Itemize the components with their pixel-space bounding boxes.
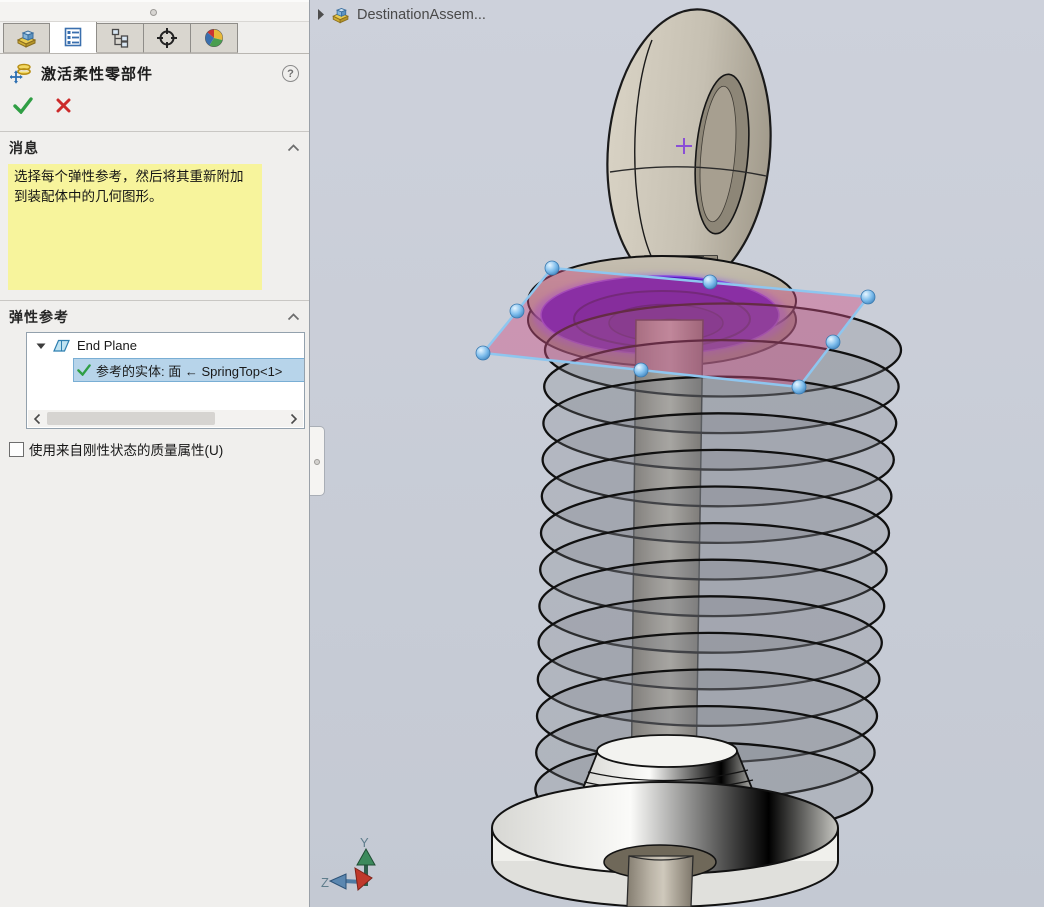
flexible-component-icon bbox=[10, 62, 33, 85]
assembly-icon bbox=[331, 5, 351, 24]
manager-tab-strip bbox=[0, 22, 309, 54]
splitter-grip-dot bbox=[314, 459, 320, 465]
message-box: 选择每个弹性参考，然后将其重新附加到装配体中的几何图形。 bbox=[8, 164, 262, 290]
ok-check-icon bbox=[77, 364, 91, 376]
assembly-name-label[interactable]: DestinationAssem... bbox=[357, 7, 486, 23]
panel-splitter-handle[interactable] bbox=[310, 426, 325, 496]
expand-tree-arrow-icon[interactable] bbox=[317, 8, 325, 21]
chevron-right-icon bbox=[290, 413, 298, 425]
plane-handle[interactable] bbox=[792, 380, 806, 394]
flexible-references-tree: End Plane 参考的实体: 面 ← SpringTop<1> bbox=[26, 332, 305, 429]
checkbox[interactable] bbox=[9, 442, 24, 457]
graphics-area[interactable]: Y Z DestinationAssem... bbox=[310, 0, 1044, 907]
help-icon[interactable]: ? bbox=[282, 65, 299, 82]
panel-header: 激活柔性零部件 ? bbox=[0, 54, 309, 127]
plane-handle[interactable] bbox=[545, 261, 559, 275]
solidworks-window: 激活柔性零部件 ? 消息 bbox=[0, 0, 1044, 907]
tree-item-label: 参考的实体: 面 ← SpringTop<1> bbox=[96, 361, 282, 380]
tree-horizontal-scrollbar[interactable] bbox=[28, 410, 303, 427]
tab-propertymanager[interactable] bbox=[50, 21, 97, 53]
property-manager-icon bbox=[62, 26, 84, 48]
flyout-feature-tree[interactable]: DestinationAssem... bbox=[317, 5, 486, 24]
plane-handle[interactable] bbox=[861, 290, 875, 304]
expand-arrow-icon[interactable] bbox=[36, 341, 46, 350]
ok-button[interactable] bbox=[12, 95, 34, 115]
ok-check-icon bbox=[13, 97, 33, 114]
display-manager-icon bbox=[203, 27, 225, 49]
cancel-x-icon bbox=[56, 98, 71, 113]
property-manager-panel: 激活柔性零部件 ? 消息 bbox=[0, 0, 310, 907]
tab-configurationmanager[interactable] bbox=[97, 23, 144, 53]
tab-featuremanager-tree[interactable] bbox=[3, 23, 50, 53]
message-section-header: 消息 bbox=[0, 132, 309, 163]
triad-y-label: Y bbox=[360, 835, 369, 850]
model-tree-icon bbox=[16, 27, 38, 49]
dimxpert-icon bbox=[156, 27, 178, 49]
panel-top-splitter[interactable] bbox=[0, 0, 309, 22]
refs-section-header: 弹性参考 bbox=[0, 301, 309, 332]
cancel-button[interactable] bbox=[52, 95, 74, 115]
chevron-left-icon bbox=[33, 413, 41, 425]
panel-title: 激活柔性零部件 bbox=[41, 63, 153, 84]
configurations-icon bbox=[109, 27, 131, 49]
3d-model-canvas[interactable]: Y Z bbox=[310, 0, 1044, 907]
plane-handle[interactable] bbox=[634, 363, 648, 377]
collapse-message-button[interactable] bbox=[287, 139, 300, 157]
chevron-up-icon bbox=[287, 313, 300, 321]
collapse-refs-button[interactable] bbox=[287, 308, 300, 326]
tree-item-label: End Plane bbox=[77, 338, 137, 353]
message-header-label: 消息 bbox=[9, 138, 39, 158]
splitter-grip-dot bbox=[150, 9, 157, 16]
plane-handle[interactable] bbox=[476, 346, 490, 360]
refs-header-label: 弹性参考 bbox=[9, 307, 69, 327]
plane-handle[interactable] bbox=[826, 335, 840, 349]
scroll-right-button[interactable] bbox=[285, 410, 303, 427]
tree-item-end-plane[interactable]: End Plane bbox=[27, 333, 304, 358]
plane-icon bbox=[53, 338, 70, 353]
checkbox-label: 使用来自刚性状态的质量属性(U) bbox=[29, 439, 223, 459]
scrollbar-thumb[interactable] bbox=[47, 412, 215, 425]
tab-dimxpertmanager[interactable] bbox=[144, 23, 191, 53]
chevron-up-icon bbox=[287, 144, 300, 152]
tab-displaymanager[interactable] bbox=[191, 23, 238, 53]
plane-handle[interactable] bbox=[510, 304, 524, 318]
tree-item-referenced-entity[interactable]: 参考的实体: 面 ← SpringTop<1> bbox=[73, 358, 304, 382]
mass-properties-checkbox-row[interactable]: 使用来自刚性状态的质量属性(U) bbox=[9, 439, 309, 459]
triad-z-label: Z bbox=[321, 875, 329, 890]
scroll-left-button[interactable] bbox=[28, 410, 46, 427]
plane-handle[interactable] bbox=[703, 275, 717, 289]
